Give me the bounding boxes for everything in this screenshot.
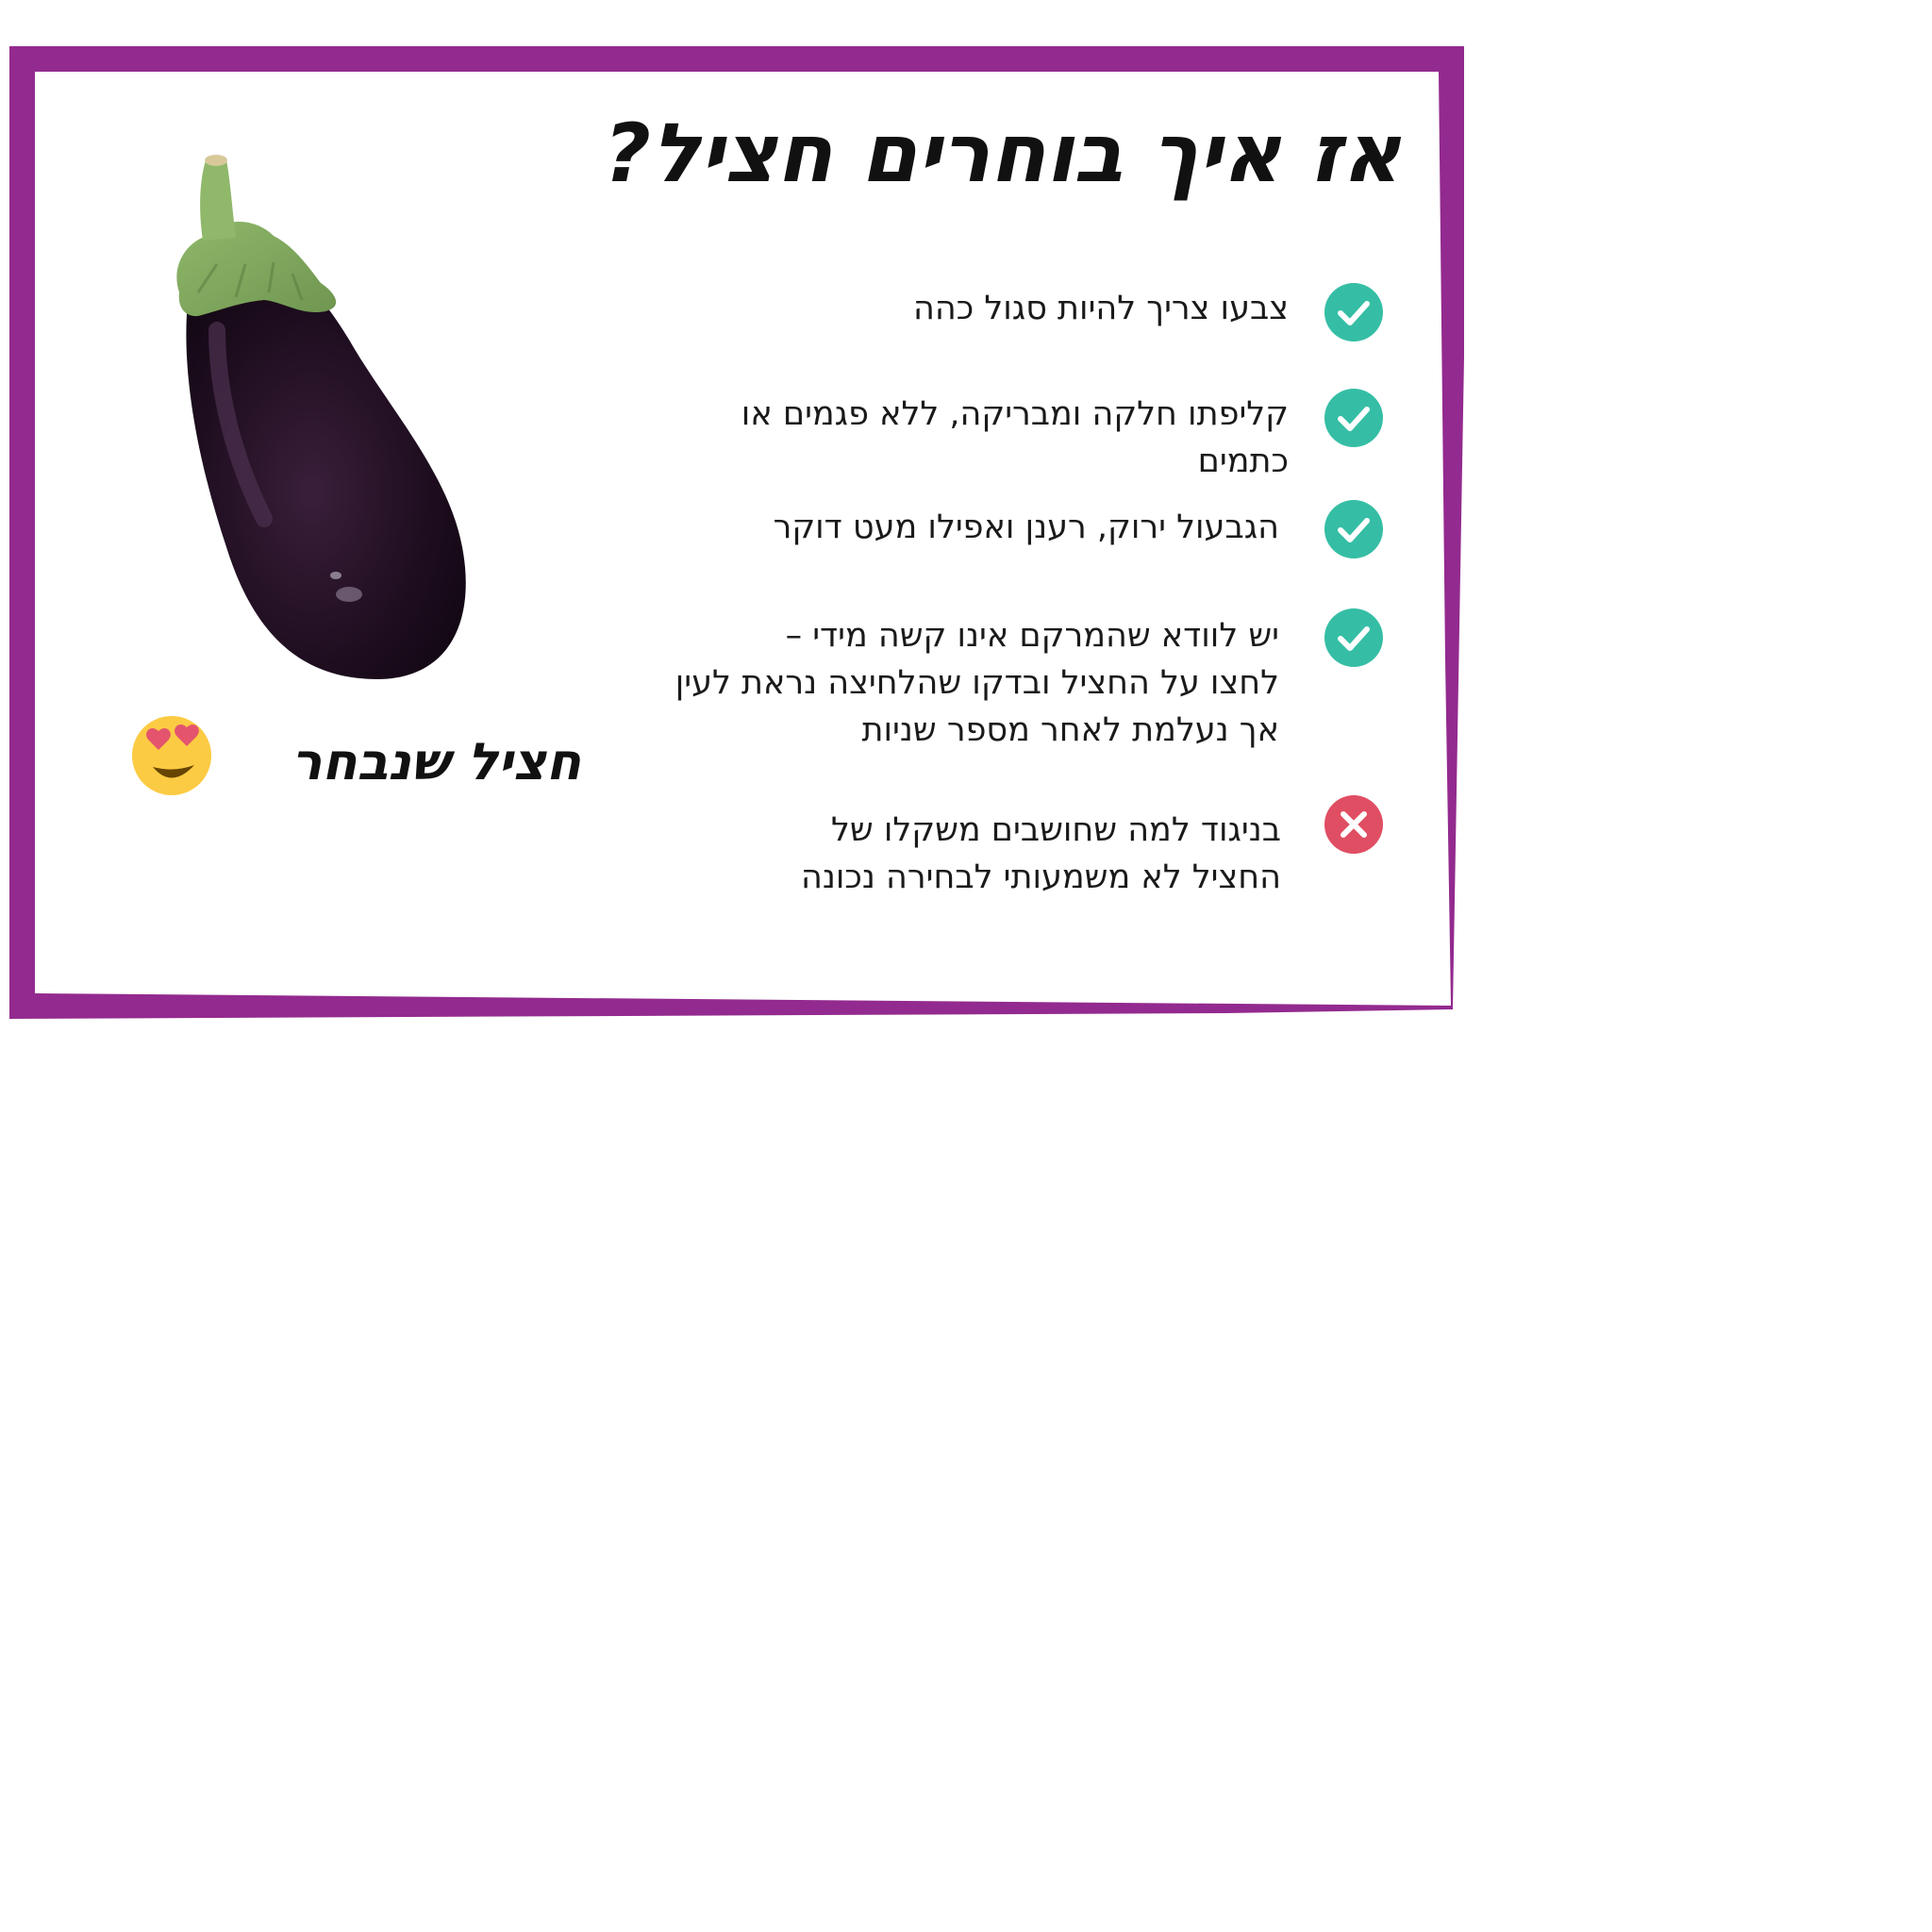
card-title: אז איך בוחרים חציל? xyxy=(604,107,1401,201)
caption: חציל שנבחר xyxy=(128,712,581,807)
list-item-text: בניגוד למה שחושבים משקלו של החציל לא משמ… xyxy=(602,807,1281,901)
list-item-text: יש לוודא שהמרקם אינו קשה מידי – לחצו על … xyxy=(600,612,1279,754)
list-item-text: הגבעול ירוק, רענן ואפילו מעט דוקר xyxy=(600,504,1279,551)
list-item: צבעו צריך להיות סגול כהה xyxy=(609,283,1383,349)
list-item: יש לוודא שהמרקם אינו קשה מידי – לחצו על … xyxy=(609,608,1383,759)
eggplant-icon xyxy=(176,155,466,679)
list-item-line: החציל לא משמעותי לבחירה נכונה xyxy=(800,858,1281,896)
check-icon xyxy=(1324,283,1383,341)
list-item: בניגוד למה שחושבים משקלו של החציל לא משמ… xyxy=(609,795,1383,899)
check-icon xyxy=(1324,500,1383,558)
list-item: קליפתו חלקה ומבריקה, ללא פגמים או כתמים xyxy=(609,389,1383,492)
list-item: הגבעול ירוק, רענן ואפילו מעט דוקר xyxy=(609,500,1383,566)
list-item-line: קליפתו חלקה ומבריקה, ללא פגמים או xyxy=(741,395,1289,433)
list-item-text: צבעו צריך להיות סגול כהה xyxy=(609,285,1289,332)
list-item-line: בניגוד למה שחושבים משקלו של xyxy=(831,811,1281,849)
cross-icon xyxy=(1324,795,1383,854)
caption-text: חציל שנבחר xyxy=(291,732,581,791)
list-item-line: אך נעלמת לאחר מספר שניות xyxy=(861,711,1279,749)
list-item-line: צבעו צריך להיות סגול כהה xyxy=(912,290,1289,327)
list-item-text: קליפתו חלקה ומבריקה, ללא פגמים או כתמים xyxy=(609,391,1289,485)
list-item-line: כתמים xyxy=(1197,442,1289,480)
list-item-line: לחצו על החציל ובדקו שהלחיצה נראת לעין xyxy=(675,664,1279,702)
list-item-line: יש לוודא שהמרקם אינו קשה מידי – xyxy=(785,617,1279,655)
check-icon xyxy=(1324,608,1383,667)
heart-eyes-emoji-icon xyxy=(132,716,211,795)
check-icon xyxy=(1324,389,1383,447)
list-item-line: הגבעול ירוק, רענן ואפילו מעט דוקר xyxy=(773,508,1279,546)
